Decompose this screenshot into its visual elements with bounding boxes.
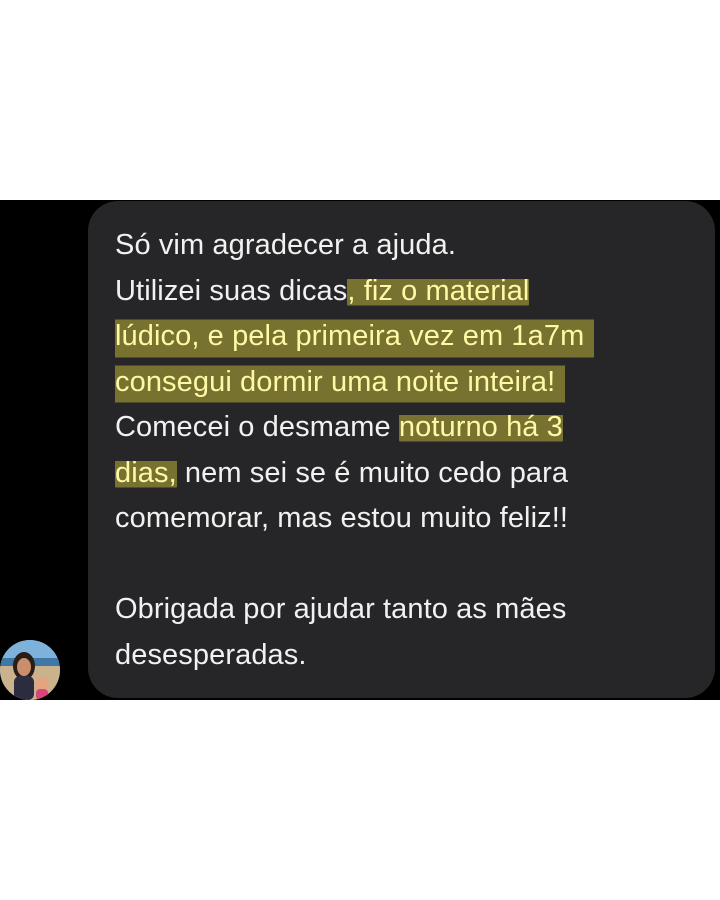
message-text-segment: Utilizei suas dicas (115, 274, 348, 307)
screenshot-frame: Só vim agradecer a ajuda. Utilizei suas d… (0, 0, 720, 900)
message-text-segment: desesperadas. (115, 638, 307, 671)
highlighted-text: , fiz o material (347, 274, 530, 307)
profile-photo-icon (0, 640, 60, 700)
message-line: comemorar, mas estou muito feliz!! (115, 496, 715, 542)
highlighted-text: dias, (115, 456, 177, 489)
highlighted-text: noturno há 3 (398, 411, 563, 443)
message-line: Só vim agradecer a ajuda. (115, 223, 715, 269)
message-line: desesperadas. (115, 633, 715, 679)
message-line: Obrigada por ajudar tanto as mães (115, 587, 715, 633)
message-line (115, 542, 715, 588)
sender-avatar[interactable] (0, 640, 60, 700)
message-text-segment: comemorar, mas estou muito feliz!! (115, 502, 569, 534)
message-text-segment: nem sei se é muito cedo para (176, 456, 569, 489)
message-line: Comecei o desmame noturno há 3 (115, 405, 715, 451)
highlighted-text: lúdico, e pela primeira vez em 1a7m (115, 314, 595, 360)
message-line: dias, nem sei se é muito cedo para (115, 451, 715, 497)
message-line: consegui dormir uma noite inteira! (115, 359, 715, 405)
message-text-segment: Só vim agradecer a ajuda. (115, 229, 457, 261)
message-line: lúdico, e pela primeira vez em 1a7m (115, 314, 715, 360)
message-line: Utilizei suas dicas, fiz o material (115, 269, 715, 315)
message-bubble[interactable]: Só vim agradecer a ajuda. Utilizei suas d… (88, 201, 715, 698)
message-text: Só vim agradecer a ajuda. Utilizei suas d… (115, 223, 715, 678)
message-text-segment: Comecei o desmame (115, 411, 399, 443)
highlighted-text: consegui dormir uma noite inteira! (115, 359, 566, 405)
message-text-segment: Obrigada por ajudar tanto as mães (115, 593, 567, 625)
